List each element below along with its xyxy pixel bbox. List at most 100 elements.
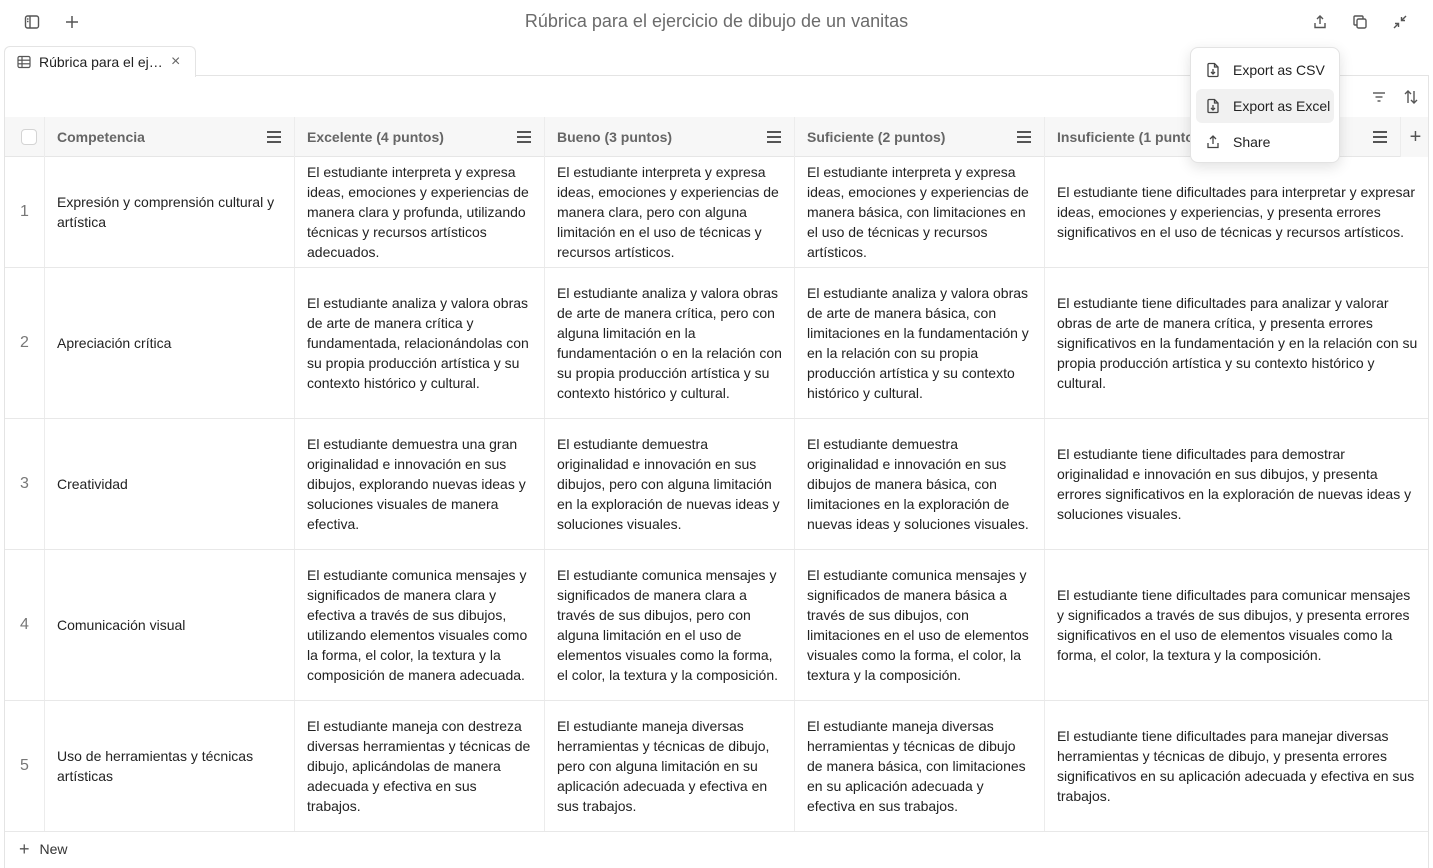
cell-bueno[interactable]: El estudiante demuestra originalidad e i… [545, 419, 795, 549]
column-header-excelente[interactable]: Excelente (4 puntos) [295, 117, 545, 157]
table-icon [17, 55, 31, 69]
cell-insuficiente[interactable]: El estudiante tiene dificultades para de… [1045, 419, 1428, 549]
cell-text: Uso de herramientas y técnicas artística… [57, 748, 254, 784]
row-index: 2 [5, 268, 45, 418]
column-header-bueno[interactable]: Bueno (3 puntos) [545, 117, 795, 157]
cell-text: El estudiante interpreta y expresa ideas… [807, 164, 1029, 260]
export-menu: Export as CSV Export as Excel Share [1190, 47, 1340, 163]
cell-text: Apreciación crítica [57, 335, 172, 351]
select-all-checkbox[interactable] [21, 129, 37, 145]
column-header-label: Competencia [57, 129, 145, 145]
cell-excelente[interactable]: El estudiante analiza y valora obras de … [295, 268, 545, 418]
new-tab-button[interactable] [60, 10, 84, 34]
cell-excelente[interactable]: El estudiante demuestra una gran origina… [295, 419, 545, 549]
cell-insuficiente[interactable]: El estudiante tiene dificultades para ma… [1045, 701, 1428, 831]
cell-bueno[interactable]: El estudiante interpreta y expresa ideas… [545, 157, 795, 267]
table-panel: Competencia Excelente (4 puntos) Bueno (… [4, 75, 1429, 868]
column-menu-icon[interactable] [766, 129, 782, 145]
cell-competencia[interactable]: Apreciación crítica [45, 268, 295, 418]
cell-excelente[interactable]: El estudiante comunica mensajes y signif… [295, 550, 545, 700]
tab-close-icon[interactable]: × [171, 54, 180, 70]
table-row[interactable]: 1 Expresión y comprensión cultural y art… [5, 157, 1428, 268]
cell-text: El estudiante interpreta y expresa ideas… [307, 164, 529, 260]
menu-item-export-csv[interactable]: Export as CSV [1196, 53, 1334, 87]
copy-icon[interactable] [1348, 10, 1372, 34]
cell-suficiente[interactable]: El estudiante analiza y valora obras de … [795, 268, 1045, 418]
title-bar: Rúbrica para el ejercicio de dibujo de u… [0, 0, 1433, 44]
page-title: Rúbrica para el ejercicio de dibujo de u… [524, 11, 909, 31]
tab-rubrica[interactable]: Rúbrica para el ejercicio de dibujo de u… [4, 46, 196, 77]
column-header-label: Insuficiente (1 punto) [1057, 129, 1199, 145]
row-index: 3 [5, 419, 45, 549]
cell-competencia[interactable]: Expresión y comprensión cultural y artís… [45, 157, 295, 267]
plus-icon [66, 16, 78, 28]
row-index: 4 [5, 550, 45, 700]
cell-suficiente[interactable]: El estudiante maneja diversas herramient… [795, 701, 1045, 831]
cell-text: El estudiante maneja diversas herramient… [807, 718, 1026, 814]
share-icon [1204, 133, 1222, 151]
column-header-suficiente[interactable]: Suficiente (2 puntos) [795, 117, 1045, 157]
column-header-competencia[interactable]: Competencia [45, 117, 295, 157]
cell-text: El estudiante demuestra originalidad e i… [807, 436, 1029, 532]
menu-item-label: Share [1233, 134, 1271, 150]
cell-excelente[interactable]: El estudiante interpreta y expresa ideas… [295, 157, 545, 267]
menu-item-share[interactable]: Share [1196, 125, 1334, 159]
cell-bueno[interactable]: El estudiante maneja diversas herramient… [545, 701, 795, 831]
column-menu-icon[interactable] [1372, 129, 1388, 145]
cell-suficiente[interactable]: El estudiante comunica mensajes y signif… [795, 550, 1045, 700]
cell-text: El estudiante tiene dificultades para de… [1057, 446, 1412, 522]
column-menu-icon[interactable] [516, 129, 532, 145]
cell-insuficiente[interactable]: El estudiante tiene dificultades para in… [1045, 157, 1428, 267]
cell-text: El estudiante comunica mensajes y signif… [557, 567, 778, 683]
share-icon[interactable] [1308, 10, 1332, 34]
table-row[interactable]: 2 Apreciación crítica El estudiante anal… [5, 268, 1428, 419]
cell-suficiente[interactable]: El estudiante interpreta y expresa ideas… [795, 157, 1045, 267]
cell-bueno[interactable]: El estudiante analiza y valora obras de … [545, 268, 795, 418]
table-row[interactable]: 5 Uso de herramientas y técnicas artísti… [5, 701, 1428, 832]
cell-text: El estudiante interpreta y expresa ideas… [557, 164, 779, 260]
cell-insuficiente[interactable]: El estudiante tiene dificultades para co… [1045, 550, 1428, 700]
cell-text: El estudiante tiene dificultades para ma… [1057, 728, 1415, 804]
column-menu-icon[interactable] [1016, 129, 1032, 145]
column-header-label: Bueno (3 puntos) [557, 129, 673, 145]
filter-icon[interactable] [1368, 86, 1390, 108]
sort-icon[interactable] [1400, 86, 1422, 108]
cell-competencia[interactable]: Creatividad [45, 419, 295, 549]
cell-competencia[interactable]: Comunicación visual [45, 550, 295, 700]
cell-text: El estudiante tiene dificultades para in… [1057, 184, 1415, 240]
cell-excelente[interactable]: El estudiante maneja con destreza divers… [295, 701, 545, 831]
menu-item-export-excel[interactable]: Export as Excel [1196, 89, 1334, 123]
row-index: 5 [5, 701, 45, 831]
select-column [5, 117, 45, 157]
cell-text: El estudiante demuestra originalidad e i… [557, 436, 780, 532]
cell-text: El estudiante comunica mensajes y signif… [307, 567, 528, 683]
cell-suficiente[interactable]: El estudiante demuestra originalidad e i… [795, 419, 1045, 549]
row-index: 1 [5, 157, 45, 267]
cell-text: El estudiante comunica mensajes y signif… [807, 567, 1029, 683]
sidebar-toggle-icon[interactable] [20, 10, 44, 34]
table-row[interactable]: 4 Comunicación visual El estudiante comu… [5, 550, 1428, 701]
cell-text: Creatividad [57, 476, 128, 492]
cell-text: El estudiante analiza y valora obras de … [807, 285, 1029, 401]
add-column-button[interactable]: + [1401, 117, 1428, 157]
cell-text: El estudiante maneja con destreza divers… [307, 718, 531, 814]
cell-text: El estudiante analiza y valora obras de … [557, 285, 782, 401]
collapse-icon[interactable] [1388, 10, 1412, 34]
cell-insuficiente[interactable]: El estudiante tiene dificultades para an… [1045, 268, 1428, 418]
column-menu-icon[interactable] [266, 129, 282, 145]
column-header-label: Suficiente (2 puntos) [807, 129, 946, 145]
file-download-icon [1204, 97, 1222, 115]
tab-label: Rúbrica para el ejercicio de dibujo de u… [39, 54, 167, 70]
cell-text: El estudiante demuestra una gran origina… [307, 436, 526, 532]
add-row-button[interactable]: + New [5, 832, 1428, 866]
menu-item-label: Export as CSV [1233, 62, 1325, 78]
menu-item-label: Export as Excel [1233, 98, 1331, 114]
table-row[interactable]: 3 Creatividad El estudiante demuestra un… [5, 419, 1428, 550]
cell-bueno[interactable]: El estudiante comunica mensajes y signif… [545, 550, 795, 700]
column-header-label: Excelente (4 puntos) [307, 129, 444, 145]
cell-text: El estudiante tiene dificultades para co… [1057, 587, 1411, 663]
file-download-icon [1204, 61, 1222, 79]
cell-competencia[interactable]: Uso de herramientas y técnicas artística… [45, 701, 295, 831]
add-row-label: New [39, 841, 68, 857]
cell-text: El estudiante tiene dificultades para an… [1057, 295, 1418, 391]
